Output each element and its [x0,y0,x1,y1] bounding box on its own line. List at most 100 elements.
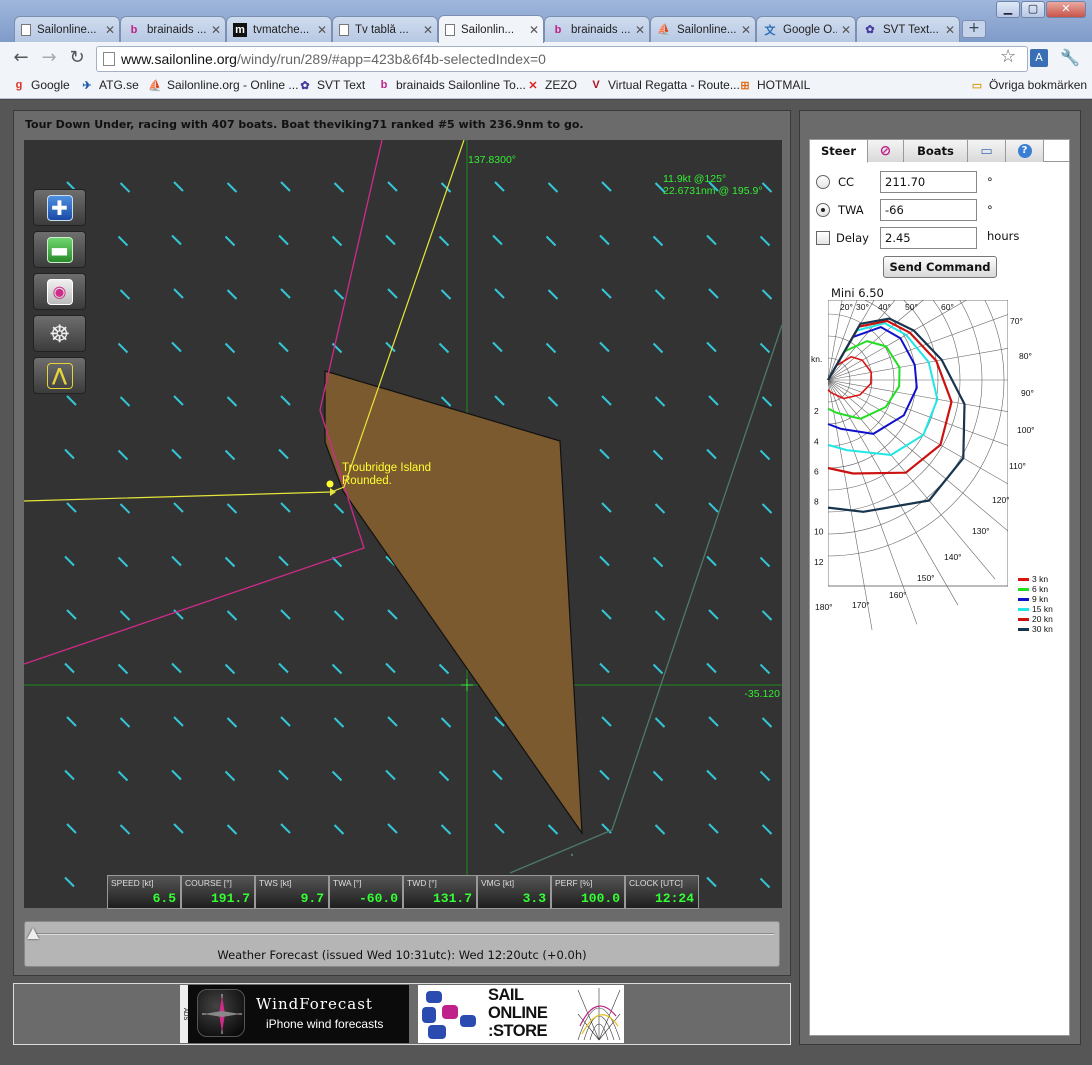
bookmark-sailonline[interactable]: ⛵ Sailonline.org - Online ... [148,78,298,92]
bookmark-svt-text[interactable]: ✿ SVT Text [298,78,365,92]
reload-icon[interactable]: ↻ [66,48,88,70]
wind-arrow [494,823,505,834]
wind-arrow [438,342,450,354]
browser-tab[interactable]: ✿ SVT Text... ✕ [856,16,960,42]
instrument-twa: TWA [°] -60.0 [329,875,403,909]
forward-arrow-icon[interactable]: → [38,48,60,70]
wind-arrow [385,662,396,674]
boat-position-marker[interactable] [326,480,334,488]
forecast-slider-thumb[interactable] [27,928,39,939]
wind-arrow [226,610,238,621]
instrument-value: -60.0 [358,891,398,906]
back-arrow-icon[interactable]: ← [10,48,32,70]
tab-label: Tv tablå ... [355,23,409,36]
delay-row: Delay [816,231,886,245]
bookmark-label: Virtual Regatta - Route... [608,78,740,92]
close-tab-icon[interactable]: ✕ [841,23,851,37]
delay-input[interactable]: 2.45 [880,227,977,249]
address-bar[interactable]: www.sailonline.org/windy/run/289/#app=42… [96,46,1028,72]
zoom-in-icon: ✚ [46,194,73,221]
maximize-icon[interactable]: ▢ [1021,1,1045,18]
minimize-icon[interactable]: ▁ [996,1,1020,18]
browser-tab[interactable]: m tvmatche... ✕ [226,16,332,42]
wrench-menu-icon[interactable]: 🔧 [1060,48,1080,67]
wind-arrow [654,824,666,835]
new-tab-button[interactable]: + [962,20,986,38]
wind-arrow [601,502,612,513]
close-tab-icon[interactable]: ✕ [635,23,645,37]
other-bookmarks[interactable]: ▭ Övriga bokmärken [970,78,1087,92]
close-tab-icon[interactable]: ✕ [105,23,115,37]
forecast-slider-track[interactable] [31,933,774,935]
browser-tab[interactable]: ⛵ Sailonline... ✕ [650,16,756,42]
wind-arrow [601,716,612,727]
wind-arrow [280,395,291,406]
close-tab-icon[interactable]: ✕ [211,23,221,37]
browser-tab[interactable]: 文 Google Ö... ✕ [756,16,856,42]
translate-extension-icon[interactable]: A [1030,49,1048,67]
close-tab-icon[interactable]: ✕ [423,23,433,37]
wind-arrow [280,181,291,192]
send-command-button[interactable]: Send Command [883,256,997,278]
close-window-icon[interactable]: ✕ [1046,1,1086,18]
bookmark-google[interactable]: g Google [12,78,70,92]
bookmark-brainaids[interactable]: b brainaids Sailonline To... [377,78,526,92]
zoom-in-button[interactable]: ✚ [33,189,86,226]
bookmark-zezo[interactable]: ✕ ZEZO [526,78,577,92]
tab-steer[interactable]: Steer [810,140,868,163]
bookmark-virtual-regatta[interactable]: V Virtual Regatta - Route... [589,78,740,92]
twa-input[interactable]: -66 [880,199,977,221]
polar-curves [827,317,966,513]
tab-compass[interactable]: ⊘ [868,140,904,162]
browser-tab[interactable]: b brainaids ... ✕ [120,16,226,42]
legend-swatch [1018,577,1029,581]
map-canvas[interactable] [24,140,782,908]
zoom-out-button[interactable]: ▬ [33,231,86,268]
bookmark-atg[interactable]: ✈ ATG.se [80,78,138,92]
browser-tab[interactable]: b brainaids ... ✕ [544,16,650,42]
tab-label: Sailonlin... [461,23,515,36]
wind-arrow [654,717,666,728]
close-tab-icon[interactable]: ✕ [529,23,539,37]
browser-tab-active[interactable]: Sailonlin... ✕ [438,15,544,43]
brainaids-icon: b [130,23,138,36]
bookmark-star-icon[interactable]: ☆ [1000,46,1016,67]
tab-label: brainaids ... [147,23,207,36]
wind-arrow [171,769,182,781]
wind-arrow [438,663,450,675]
twa-radio[interactable] [816,203,830,217]
race-map[interactable]: ✚ ▬ ◉ ☸ ⋀ 137.8300° -35.120 11.9kt @125°… [24,140,782,908]
steering-wheel-button[interactable]: ☸ [33,315,86,352]
center-boat-button[interactable]: ◉ [33,273,86,310]
wind-arrow [280,716,291,727]
bookmark-hotmail[interactable]: ⊞ HOTMAIL [738,78,810,92]
wind-arrow [173,716,184,727]
wind-arrow [387,288,398,299]
close-tab-icon[interactable]: ✕ [945,23,955,37]
wind-arrow [652,342,664,354]
wind-arrow [173,181,184,192]
tab-help[interactable]: ? [1006,140,1044,162]
windforecast-ad[interactable]: ADS WindForecast iPhone wind forecasts [180,985,409,1043]
delay-checkbox[interactable] [816,231,830,245]
close-tab-icon[interactable]: ✕ [317,23,327,37]
wind-arrow [545,235,557,247]
cc-radio[interactable] [816,175,830,189]
polar-spoke [828,300,858,381]
measure-button[interactable]: ⋀ [33,357,86,394]
brainaids-icon: b [380,79,388,91]
tab-chat[interactable]: ▭ [968,140,1006,162]
browser-tab[interactable]: Sailonline... ✕ [14,16,120,42]
wind-arrow [171,234,182,246]
tab-boats[interactable]: Boats [904,140,968,162]
polar-spoke [828,314,1008,381]
other-bookmarks-label: Övriga bokmärken [989,78,1088,92]
polar-angle-label: 170° [852,600,870,610]
sailonline-store-ad[interactable]: SAIL ONLINE :STORE [418,985,624,1043]
browser-tab[interactable]: Tv tablå ... ✕ [332,16,438,42]
wind-arrow [171,448,182,460]
close-tab-icon[interactable]: ✕ [741,23,751,37]
wind-arrow [119,289,131,300]
polar-angle-label: 130° [972,526,990,536]
cc-input[interactable]: 211.70 [880,171,977,193]
